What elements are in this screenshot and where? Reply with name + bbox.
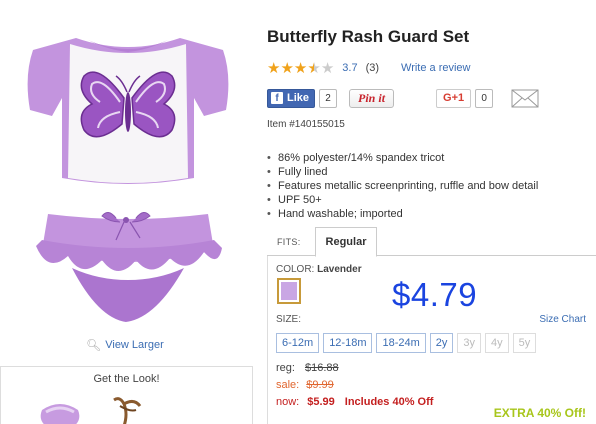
tab-regular[interactable]: Regular [315,227,377,257]
size-option-5y: 5y [512,333,537,353]
now-price-label: now: [276,396,300,408]
size-option-12-18m[interactable]: 12-18m [323,333,373,353]
facebook-like-count: 2 [319,88,338,108]
extra-offer-badge: EXTRA 40% Off! [493,406,586,420]
feature-item: 86% polyester/14% spandex tricot [267,151,538,165]
sale-price-row: sale: $9.99 [276,377,433,394]
feature-item: Fully lined [267,165,538,179]
product-details: Butterfly Rash Guard Set ★ ★ ★ ★ ★ 3.7 (… [267,0,596,424]
rating-row: ★ ★ ★ ★ ★ 3.7 (3) Write a review [267,60,471,76]
color-label-text: COLOR: [276,264,315,275]
star-icon: ★ [280,59,294,77]
sale-price-label: sale: [276,379,300,391]
swatch-fill [281,282,297,300]
color-label: COLOR: Lavender [276,264,362,275]
color-value: Lavender [317,264,362,275]
rating-count: (3) [365,62,380,74]
empty-star-icon: ★ [320,59,335,77]
get-the-look-title: Get the Look! [93,373,160,385]
size-options: 6-12m 12-18m 18-24m 2y 3y 4y 5y [276,333,537,353]
pinterest-pin-button[interactable]: Pin it [349,88,395,108]
size-option-2y[interactable]: 2y [429,333,454,353]
discount-note: Includes 40% Off [344,396,434,408]
facebook-like-button[interactable]: f Like [267,88,316,108]
magnifier-icon: 🔍︎ [86,338,102,352]
get-look-thumbnail-sandals[interactable] [104,396,148,424]
size-option-6-12m[interactable]: 6-12m [276,333,320,353]
size-option-4y: 4y [485,333,509,353]
feature-item: Features metallic screenprinting, ruffle… [267,179,538,193]
size-option-18-24m[interactable]: 18-24m [376,333,426,353]
feature-item: Hand washable; imported [267,207,538,221]
star-icon: ★ [293,59,308,77]
product-media: 🔍︎ View Larger Get the Look! [0,0,253,424]
fits-tabs: FITS: Regular [267,226,596,257]
google-plus-button[interactable]: G+1 [436,88,472,108]
current-price: $4.79 [392,276,478,313]
rating-stars[interactable]: ★ ★ ★ ★ ★ [267,61,334,76]
swim-bottom [36,212,222,322]
feature-item: UPF 50+ [267,193,538,207]
item-number: Item #140155015 [267,119,345,130]
fits-label: FITS: [277,237,301,247]
view-larger-link[interactable]: 🔍︎ View Larger [86,338,164,352]
view-larger-label: View Larger [105,339,164,351]
product-title: Butterfly Rash Guard Set [267,27,470,46]
facebook-like-label: Like [287,92,310,104]
sale-price-value: $9.99 [306,379,334,391]
write-review-link[interactable]: Write a review [401,62,470,74]
facebook-icon: f [271,92,283,104]
rating-value[interactable]: 3.7 [342,62,357,74]
mail-icon[interactable] [511,89,539,108]
star-icon: ★ [267,59,281,77]
regular-price-value: $16.88 [304,362,339,374]
purchase-panel: COLOR: Lavender $4.79 SIZE: Size Chart 6… [267,256,596,424]
social-share-bar: f Like 2 Pin it G+1 0 [267,88,539,108]
product-image[interactable] [18,18,238,338]
half-star-icon: ★ [307,59,321,77]
size-chart-link[interactable]: Size Chart [539,314,586,325]
color-swatch-lavender[interactable] [277,278,301,304]
regular-price-row: reg: $16.88 [276,360,433,377]
get-look-thumbnail-hat[interactable] [38,398,82,424]
price-breakdown: reg: $16.88 sale: $9.99 now: $5.99 Includes … [276,360,433,411]
google-plus-count: 0 [475,88,494,108]
rash-guard-top [27,38,229,184]
now-price-row: now: $5.99 Includes 40% Off [276,394,433,411]
size-option-3y: 3y [457,333,482,353]
feature-list: 86% polyester/14% spandex tricot Fully l… [267,151,538,221]
size-label: SIZE: [276,314,302,325]
now-price-value: $5.99 [307,396,335,408]
regular-price-label: reg: [276,362,295,374]
